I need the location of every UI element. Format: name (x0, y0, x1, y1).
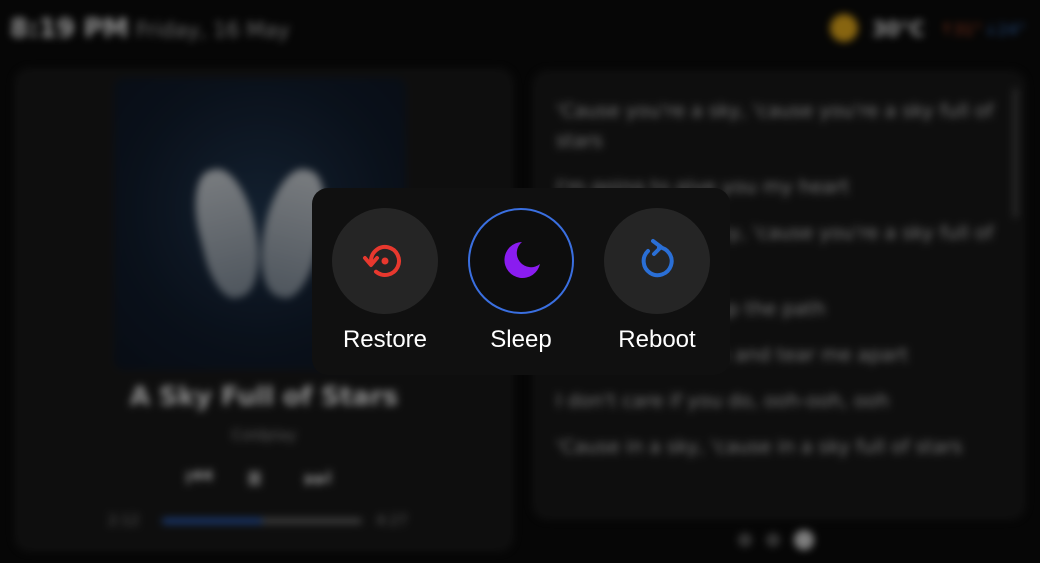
lyric-line: I don't care if you do, ooh-ooh, ooh (556, 390, 890, 412)
song-title: A Sky Full of Stars (129, 382, 399, 412)
lyrics-scrollbar[interactable] (1013, 88, 1018, 218)
sun-icon (830, 14, 858, 42)
previous-track-icon[interactable]: ⏮ (186, 460, 213, 495)
status-bar: 8:19 PM Friday, 16 May 30°C ↑31° ↓24° (0, 0, 1040, 56)
sleep-label: Sleep (490, 326, 552, 353)
temperature: 30°C (872, 17, 925, 41)
sleep-button[interactable] (468, 208, 574, 314)
elapsed-time: 2:12 (108, 513, 140, 529)
reboot-button[interactable] (604, 208, 710, 314)
page-indicator (738, 530, 814, 550)
pause-icon[interactable]: ⏸ (246, 458, 263, 498)
page-dot[interactable] (738, 533, 752, 547)
page-dot-active[interactable] (794, 530, 814, 550)
power-menu-dialog: Restore Sleep Reboot (312, 188, 730, 375)
moon-icon (504, 242, 540, 278)
restore-label: Restore (342, 326, 428, 353)
lyric-line: 'Cause in a sky, 'cause in a sky full of… (556, 436, 963, 458)
date: Friday, 16 May (136, 18, 290, 42)
restore-button[interactable] (332, 208, 438, 314)
reboot-label: Reboot (618, 326, 696, 353)
reboot-icon (641, 239, 674, 278)
lyric-line: 'Cause you're a sky, 'cause you're a sky… (556, 100, 994, 152)
clock: 8:19 PM (10, 14, 129, 44)
temperature-low: ↓24° (984, 20, 1026, 39)
playback-progress-fill (162, 518, 262, 524)
total-time: 4:27 (376, 513, 408, 529)
temperature-high: ↑31° (940, 20, 982, 39)
page-dot[interactable] (766, 533, 780, 547)
restore-icon (363, 245, 401, 277)
playback-progress-bar[interactable] (162, 518, 362, 524)
song-artist: Coldplay (231, 426, 297, 444)
next-track-icon[interactable]: ⏭ (304, 460, 331, 495)
wing-left-shape (185, 163, 271, 303)
